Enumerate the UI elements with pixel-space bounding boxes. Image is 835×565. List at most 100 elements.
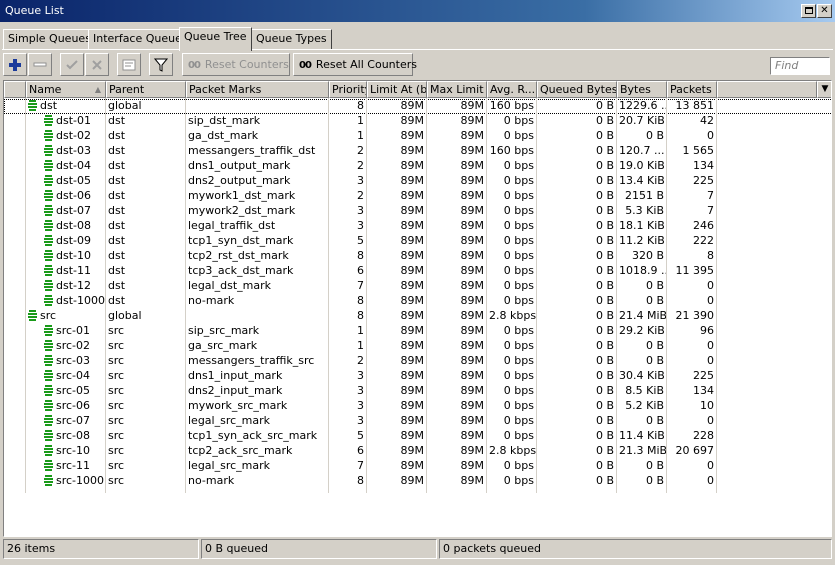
table-row[interactable]: src-06 src mywork_src_mark 3 89M 89M 0 bps 0 B 5… [4,399,831,414]
header-priority[interactable]: Priority [329,81,367,98]
table-row[interactable]: dst-03 dst messangers_traffik_dst 2 89M 89M 16… [4,144,831,159]
cell-packets: 0 [707,459,714,472]
header-parent[interactable]: Parent [106,81,186,98]
column-separator [185,98,186,493]
reset-counters-button[interactable]: 00 Reset Counters [182,53,290,76]
header-max-limit[interactable]: Max Limit ... [427,81,487,98]
cell-max-limit: 89M [460,264,485,277]
table-row[interactable]: dst-11 dst tcp3_ack_dst_mark 6 89M 89M 0 bps 0 … [4,264,831,279]
header-packets[interactable]: Packets [667,81,717,98]
queue-name: dst-10 [56,249,91,262]
table-row[interactable]: src-1000 src no-mark 8 89M 89M 0 bps 0 B 0 B 0 [4,474,831,489]
queue-name: src [40,309,57,322]
table-row[interactable]: dst-02 dst ga_dst_mark 1 89M 89M 0 bps 0 B 0 B 0 [4,129,831,144]
cell-name: dst-10 [26,249,106,264]
cell-queued-bytes: 0 B [595,159,614,172]
table-row[interactable]: dst-07 dst mywork2_dst_mark 3 89M 89M 0 bps 0 B… [4,204,831,219]
column-separator [536,98,537,493]
cell-max-limit: 89M [460,249,485,262]
header-avg-rate[interactable]: Avg. R... [487,81,537,98]
cell-limit-at: 89M [400,354,425,367]
cell-max-limit: 89M [460,294,485,307]
enable-button[interactable] [60,53,84,76]
disable-button[interactable] [85,53,109,76]
add-button[interactable] [3,53,27,76]
table-row[interactable]: src-11 src legal_src_mark 7 89M 89M 0 bps 0 B 0 … [4,459,831,474]
header-queued-bytes[interactable]: Queued Bytes [537,81,617,98]
cell-queued-bytes: 0 B [595,459,614,472]
table-row[interactable]: dst-08 dst legal_traffik_dst 3 89M 89M 0 bps 0 … [4,219,831,234]
cell-max-limit: 89M [460,219,485,232]
table-row[interactable]: dst-01 dst sip_dst_mark 1 89M 89M 0 bps 0 B 20.7… [4,114,831,129]
table-row[interactable]: src-08 src tcp1_syn_ack_src_mark 5 89M 89M 0 b… [4,429,831,444]
cell-queued-bytes: 0 B [595,249,614,262]
table-row[interactable]: dst-06 dst mywork1_dst_mark 2 89M 89M 0 bps 0 B… [4,189,831,204]
cell-max-limit: 89M [460,339,485,352]
restore-button[interactable] [801,4,816,18]
cell-marks: legal_src_mark [188,414,271,427]
table-row[interactable]: dst global 8 89M 89M 160 bps 0 B 1229.6 ... 13 8… [4,99,831,114]
cell-avg-rate: 2.8 kbps [489,309,537,322]
header-limit-at[interactable]: Limit At (b... [367,81,427,98]
cell-max-limit: 89M [460,174,485,187]
queue-icon [28,100,37,111]
table-row[interactable]: dst-12 dst legal_dst_mark 7 89M 89M 0 bps 0 B 0 … [4,279,831,294]
check-icon [66,60,78,70]
cell-marks: legal_src_mark [188,459,271,472]
cell-parent: global [108,309,142,322]
status-bytes-queued: 0 B queued [201,539,437,559]
table-row[interactable]: src-05 src dns2_input_mark 3 89M 89M 0 bps 0 B 8… [4,384,831,399]
cell-marks: tcp2_rst_dst_mark [188,249,289,262]
cell-limit-at: 89M [400,324,425,337]
column-separator [366,98,367,493]
table-row[interactable]: dst-1000 dst no-mark 8 89M 89M 0 bps 0 B 0 B 0 [4,294,831,309]
cell-marks: dns1_output_mark [188,159,291,172]
table-row[interactable]: dst-10 dst tcp2_rst_dst_mark 8 89M 89M 0 bps 0 … [4,249,831,264]
table-row[interactable]: src global 8 89M 89M 2.8 kbps 0 B 21.4 MiB 21 39… [4,309,831,324]
table-row[interactable]: src-07 src legal_src_mark 3 89M 89M 0 bps 0 B 0 … [4,414,831,429]
cell-marks: mywork1_dst_mark [188,189,296,202]
tab-interface-queues[interactable]: Interface Queues [88,29,193,49]
cell-marks [186,309,329,324]
cell-packets: 20 697 [675,444,715,457]
queue-name: src-06 [56,399,91,412]
cell-avg-rate: 0 bps [503,114,534,127]
cell-parent: dst [108,129,126,142]
tab-divider [2,49,833,50]
filter-button[interactable] [149,53,173,76]
table-row[interactable]: dst-09 dst tcp1_syn_dst_mark 5 89M 89M 0 bps 0 … [4,234,831,249]
cell-name: src-03 [26,354,106,369]
remove-button[interactable] [28,53,52,76]
table-row[interactable]: src-04 src dns1_input_mark 3 89M 89M 0 bps 0 B 3… [4,369,831,384]
table-row[interactable]: src-03 src messangers_traffik_src 2 89M 89M 0 … [4,354,831,369]
find-input[interactable]: Find [770,57,830,75]
close-button[interactable]: ✕ [817,4,832,18]
table-row[interactable]: src-02 src ga_src_mark 1 89M 89M 0 bps 0 B 0 B 0 [4,339,831,354]
table-row[interactable]: dst-05 dst dns2_output_mark 3 89M 89M 0 bps 0 B… [4,174,831,189]
cell-priority: 1 [357,129,364,142]
table-row[interactable]: src-10 src tcp2_ack_src_mark 6 89M 89M 2.8 kbp… [4,444,831,459]
queue-list-window: Queue List ✕ Simple Queues Interface Que… [0,0,835,565]
cell-avg-rate: 0 bps [503,354,534,367]
cell-name: dst-07 [26,204,106,219]
cell-queued-bytes: 0 B [595,324,614,337]
table-row[interactable]: src-01 src sip_src_mark 1 89M 89M 0 bps 0 B 29.2… [4,324,831,339]
cell-name: dst-06 [26,189,106,204]
cell-parent: src [108,339,125,352]
header-packet-marks[interactable]: Packet Marks [186,81,329,98]
queue-icon [44,295,53,306]
title-bar: Queue List ✕ [0,0,835,22]
header-bytes[interactable]: Bytes [617,81,667,98]
comment-button[interactable] [117,53,141,76]
cell-marks [186,99,329,114]
cell-priority: 3 [357,384,364,397]
tab-queue-tree[interactable]: Queue Tree [179,27,252,51]
tab-queue-types[interactable]: Queue Types [251,29,332,49]
tab-simple-queues[interactable]: Simple Queues [3,29,96,49]
table-row[interactable]: dst-04 dst dns1_output_mark 2 89M 89M 0 bps 0 B… [4,159,831,174]
cell-avg-rate: 160 bps [489,99,534,112]
reset-all-counters-button[interactable]: 00 Reset All Counters [293,53,417,76]
column-dropdown-button[interactable]: ▼ [817,81,831,98]
cell-parent: global [108,99,142,112]
header-name[interactable]: Name ▲ [26,81,106,98]
